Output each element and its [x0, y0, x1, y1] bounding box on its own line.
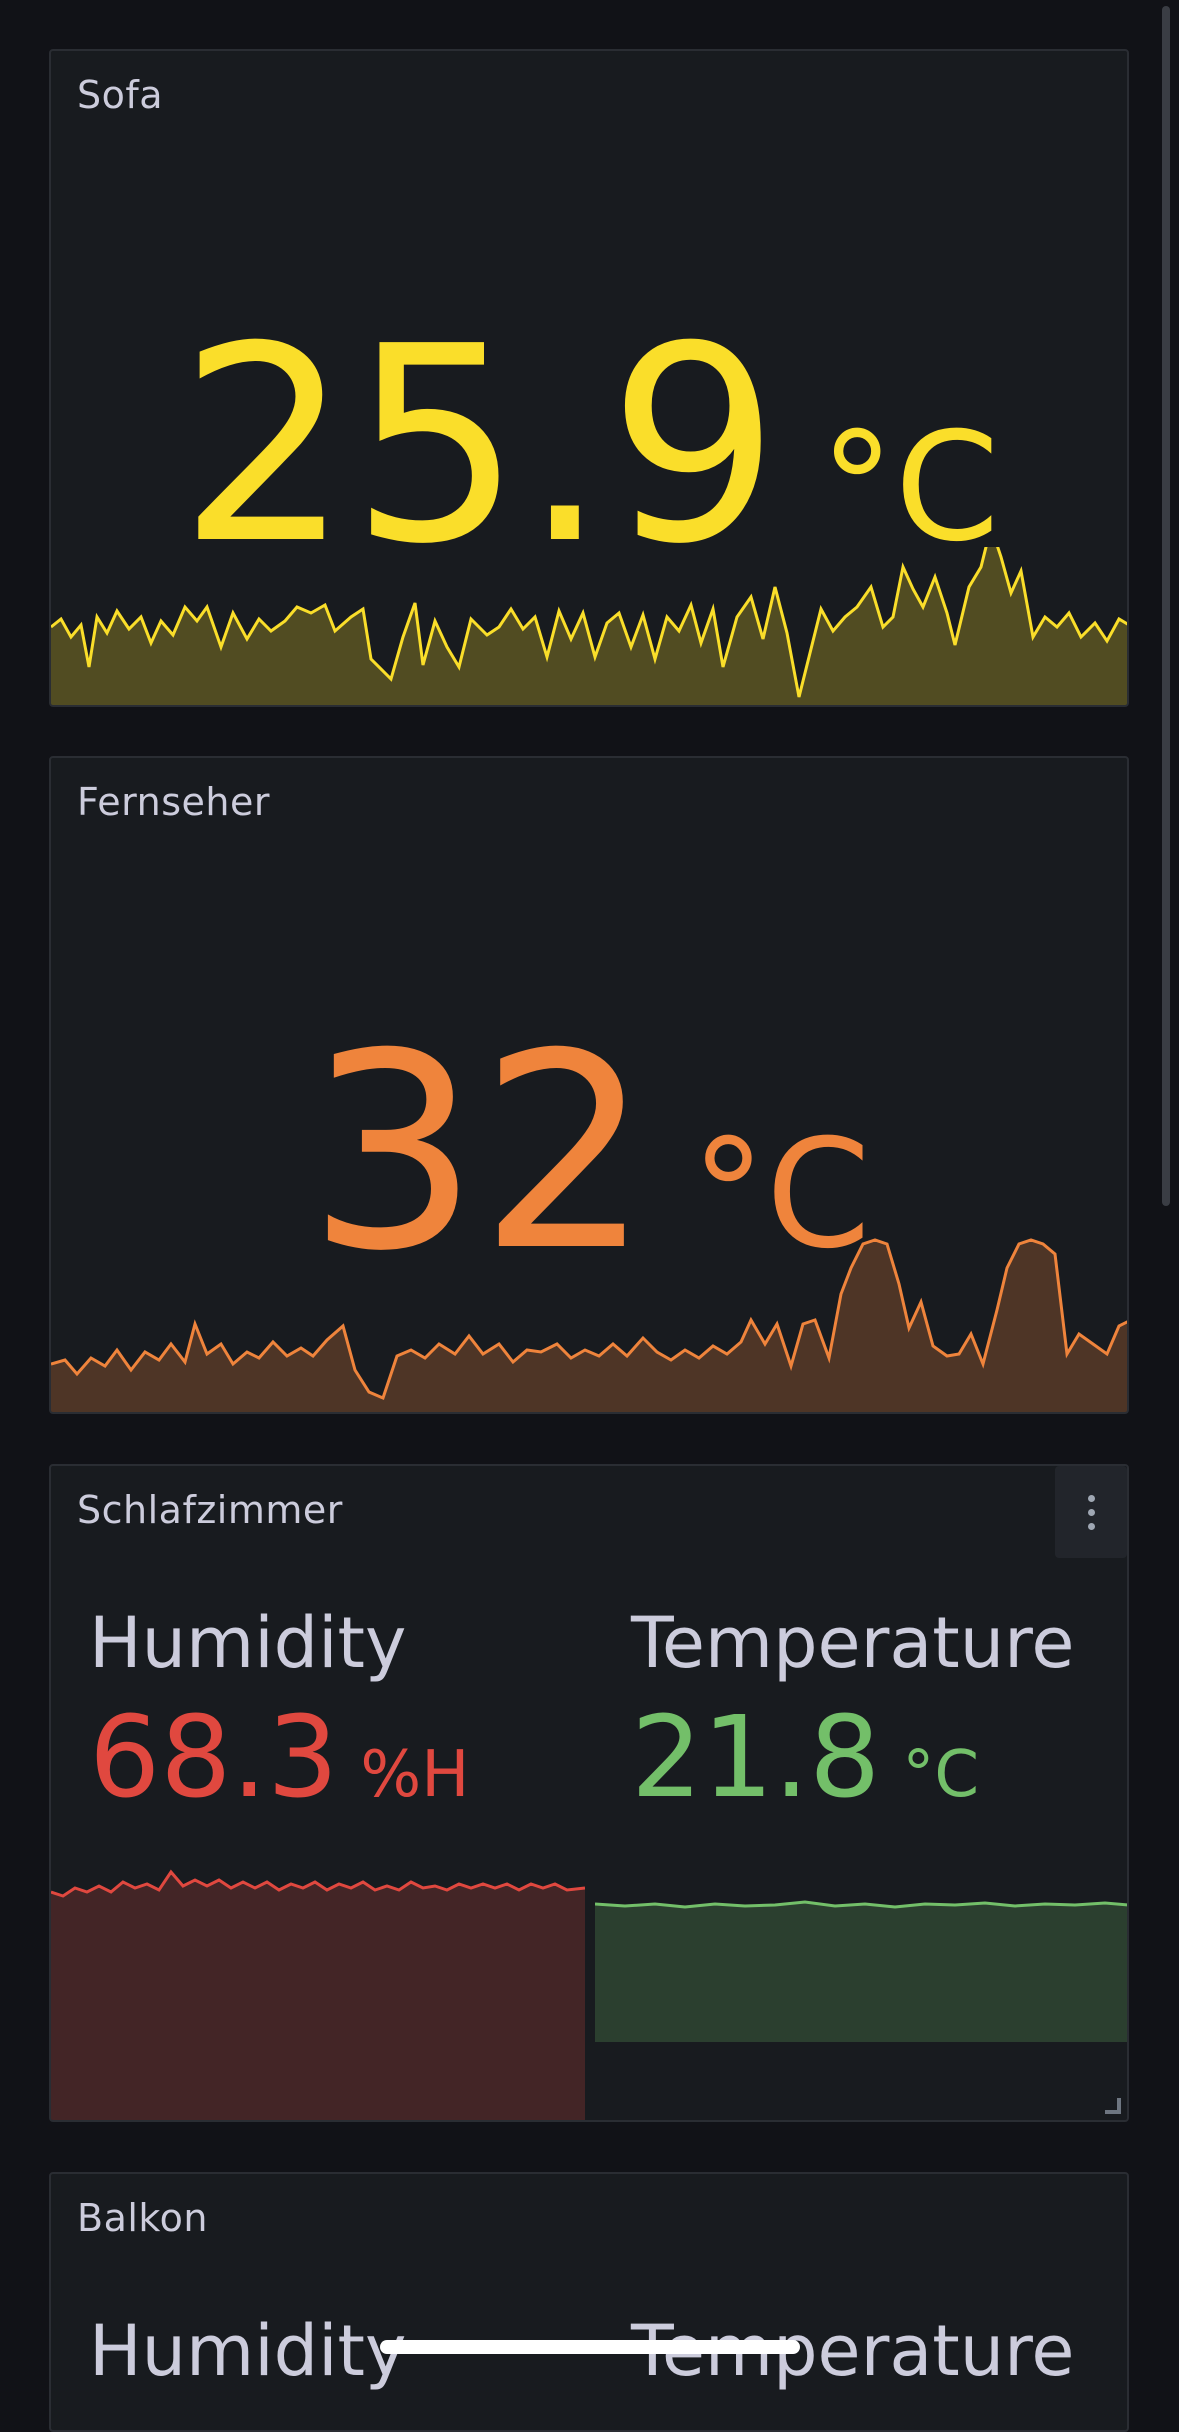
temperature-label: Temperature	[631, 1602, 1075, 1684]
home-indicator[interactable]	[380, 2340, 800, 2354]
panel-title: Sofa	[77, 73, 164, 117]
stat-unit: °C	[819, 401, 1000, 575]
panel-fernseher[interactable]: Fernseher 32 °C	[49, 756, 1129, 1414]
humidity-label: Humidity	[89, 2310, 407, 2392]
humidity-sparkline	[51, 1869, 585, 2120]
stat-number: 32	[307, 995, 651, 1310]
panel-schlafzimmer[interactable]: Schlafzimmer Humidity 68.3 %H Temperature…	[49, 1464, 1129, 2122]
temperature-number: 21.8	[631, 1693, 881, 1823]
panel-sofa[interactable]: Sofa 25.9 °C	[49, 49, 1129, 707]
humidity-number: 68.3	[89, 1693, 339, 1823]
sparkline-area	[51, 1872, 585, 2120]
temperature-sparkline	[595, 1900, 1127, 2042]
humidity-unit: %H	[360, 1738, 470, 1812]
panel-title: Schlafzimmer	[77, 1488, 343, 1532]
sparkline-area	[595, 1902, 1127, 2042]
temperature-unit: °C	[902, 1738, 980, 1812]
resize-handle-icon[interactable]	[1105, 2098, 1121, 2114]
stat-value: 32 °C	[51, 1018, 1127, 1288]
humidity-value: 68.3 %H	[89, 1702, 469, 1814]
stat-number: 25.9	[178, 288, 780, 603]
page-scrollbar[interactable]	[1162, 6, 1170, 1206]
panel-title: Balkon	[77, 2196, 208, 2240]
temperature-value: 21.8 °C	[631, 1702, 979, 1814]
stat-value: 25.9 °C	[51, 311, 1127, 581]
stat-unit: °C	[690, 1108, 871, 1282]
panel-balkon[interactable]: Balkon Humidity Temperature	[49, 2172, 1129, 2432]
panel-title: Fernseher	[77, 780, 270, 824]
humidity-label: Humidity	[89, 1602, 407, 1684]
more-vertical-icon[interactable]	[1055, 1466, 1127, 1558]
